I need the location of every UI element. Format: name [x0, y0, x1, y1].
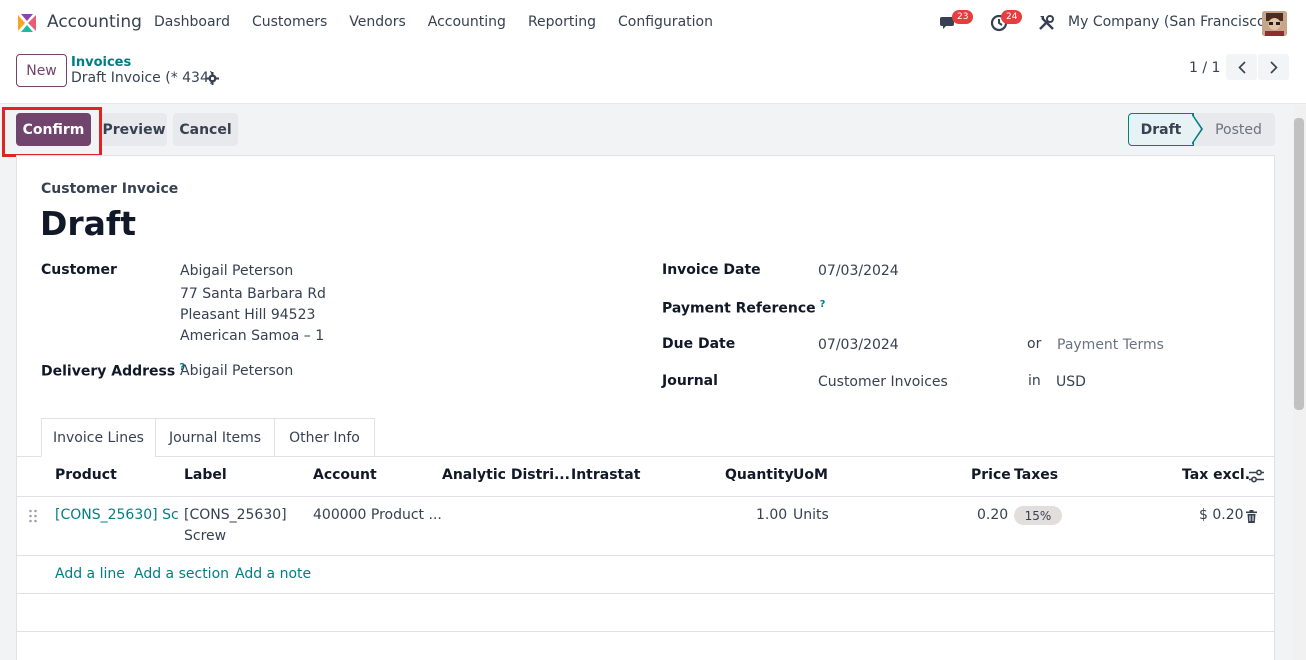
optional-columns-toggle-icon[interactable]	[1249, 469, 1264, 483]
invoice-date-field[interactable]: 07/03/2024	[818, 263, 899, 279]
row-label-line2[interactable]: Screw	[184, 528, 226, 544]
column-taxes[interactable]: Taxes	[1014, 467, 1058, 483]
customer-country: American Samoa – 1	[180, 328, 325, 344]
journal-label: Journal	[662, 373, 718, 389]
user-avatar[interactable]	[1262, 11, 1287, 36]
due-date-label: Due Date	[662, 336, 736, 352]
stage-draft[interactable]: Draft	[1128, 113, 1194, 146]
debug-tools-icon[interactable]	[1038, 14, 1055, 31]
stage-arrow-inner	[1191, 114, 1201, 144]
delivery-address-field[interactable]: Abigail Peterson	[180, 363, 293, 379]
tab-other-info[interactable]: Other Info	[274, 418, 375, 457]
tab-invoice-lines[interactable]: Invoice Lines	[41, 418, 156, 457]
help-tooltip-icon[interactable]: ?	[820, 299, 826, 310]
app-name[interactable]: Accounting	[47, 12, 142, 32]
invoice-date-label: Invoice Date	[662, 262, 761, 278]
confirm-highlight-box	[2, 107, 102, 157]
column-account[interactable]: Account	[313, 467, 377, 483]
menu-dashboard[interactable]: Dashboard	[154, 14, 230, 30]
row-tax-badge[interactable]: 15%	[1014, 506, 1062, 525]
chevron-right-icon	[1269, 60, 1278, 74]
row-product[interactable]: [CONS_25630] Screw	[55, 507, 179, 523]
row-account[interactable]: 400000 Product ...	[313, 507, 442, 523]
row-quantity[interactable]: 1.00	[756, 507, 787, 523]
row-label-line1[interactable]: [CONS_25630]	[184, 507, 287, 523]
column-price[interactable]: Price	[971, 467, 1011, 483]
row-uom[interactable]: Units	[793, 507, 829, 523]
menu-configuration[interactable]: Configuration	[618, 14, 713, 30]
pager-previous-button[interactable]	[1226, 54, 1257, 80]
column-analytic-distribution[interactable]: Analytic Distri...	[442, 467, 570, 483]
company-switcher[interactable]: My Company (San Francisco)	[1068, 14, 1271, 30]
pager-value[interactable]: 1 / 1	[1189, 60, 1220, 76]
chevron-left-icon	[1237, 60, 1246, 74]
or-text: or	[1027, 336, 1042, 352]
customer-street: 77 Santa Barbara Rd	[180, 286, 326, 302]
row-subtotal: $ 0.20	[1199, 507, 1244, 523]
add-note-link[interactable]: Add a note	[235, 566, 311, 582]
breadcrumb-current-record: Draft Invoice (* 434)	[71, 70, 215, 86]
activity-badge: 24	[1001, 10, 1023, 24]
new-button[interactable]: New	[16, 54, 67, 87]
payment-terms-field[interactable]: Payment Terms	[1057, 337, 1164, 353]
journal-field[interactable]: Customer Invoices	[818, 374, 948, 390]
customer-name[interactable]: Abigail Peterson	[180, 263, 293, 279]
table-bottom-divider	[16, 593, 1275, 594]
form-sheet	[16, 155, 1275, 660]
tab-journal-items[interactable]: Journal Items	[155, 418, 275, 457]
menu-reporting[interactable]: Reporting	[528, 14, 596, 30]
accounting-app-icon[interactable]	[16, 12, 38, 34]
customer-label: Customer	[41, 262, 117, 278]
table-empty-row-divider	[16, 631, 1275, 632]
preview-button[interactable]: Preview	[101, 113, 167, 146]
control-panel: New Invoices Draft Invoice (* 434) 1 / 1	[0, 46, 1306, 104]
move-type-label: Customer Invoice	[41, 181, 179, 197]
row-divider	[16, 555, 1275, 556]
menu-vendors[interactable]: Vendors	[349, 14, 405, 30]
column-quantity[interactable]: Quantity	[725, 467, 794, 483]
column-tax-excluded[interactable]: Tax excl.	[1182, 467, 1250, 483]
payment-reference-label: Payment Reference?	[662, 299, 826, 317]
pager-next-button[interactable]	[1258, 54, 1289, 80]
trash-icon[interactable]	[1246, 510, 1257, 523]
main-menu: Dashboard Customers Vendors Accounting R…	[154, 14, 735, 30]
column-product[interactable]: Product	[55, 467, 117, 483]
in-text: in	[1028, 373, 1041, 389]
header-divider	[16, 496, 1275, 497]
add-section-link[interactable]: Add a section	[134, 566, 229, 582]
delivery-address-label: Delivery Address?	[41, 362, 185, 380]
menu-customers[interactable]: Customers	[252, 14, 327, 30]
menu-accounting[interactable]: Accounting	[428, 14, 506, 30]
gear-icon[interactable]	[206, 72, 219, 85]
top-navbar: Accounting Dashboard Customers Vendors A…	[0, 0, 1306, 46]
form-statusbar: Confirm Preview Cancel Draft Posted	[0, 105, 1306, 155]
drag-handle-icon[interactable]	[28, 509, 38, 523]
column-label[interactable]: Label	[184, 467, 227, 483]
stage-posted[interactable]: Posted	[1194, 113, 1275, 146]
cancel-button[interactable]: Cancel	[173, 113, 238, 146]
column-uom[interactable]: UoM	[793, 467, 828, 483]
add-line-link[interactable]: Add a line	[55, 566, 125, 582]
customer-city: Pleasant Hill 94523	[180, 307, 316, 323]
scrollbar-thumb[interactable]	[1294, 118, 1304, 410]
currency-field[interactable]: USD	[1056, 374, 1086, 390]
row-price[interactable]: 0.20	[977, 507, 1008, 523]
record-title: Draft	[40, 204, 137, 243]
column-intrastat[interactable]: Intrastat	[571, 467, 640, 483]
chat-badge: 23	[952, 10, 974, 24]
breadcrumb-invoices[interactable]: Invoices	[71, 55, 131, 70]
due-date-field[interactable]: 07/03/2024	[818, 337, 899, 353]
